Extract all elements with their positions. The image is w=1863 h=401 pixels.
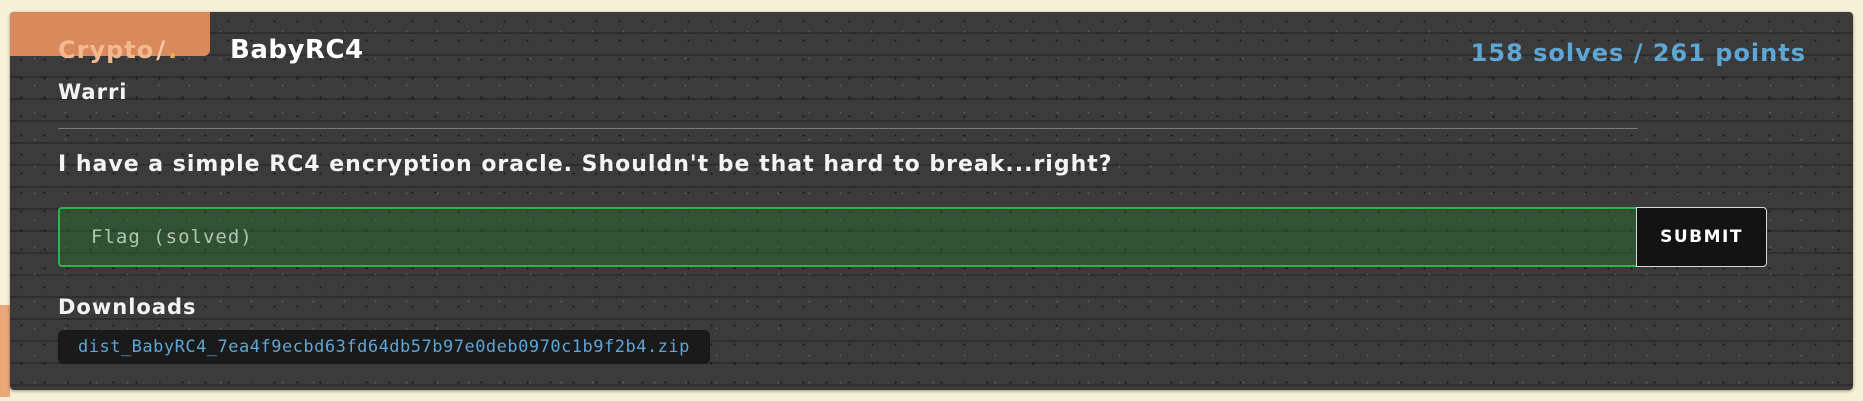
challenge-title: BabyRC4	[230, 35, 364, 65]
category-label: Crypto/.	[58, 36, 178, 64]
flag-form: SUBMIT	[58, 207, 1803, 267]
challenge-card: Crypto/. BabyRC4 158 solves / 261 points…	[10, 12, 1853, 390]
left-edge-accent	[0, 305, 10, 397]
challenge-description: I have a simple RC4 encryption oracle. S…	[58, 152, 1113, 177]
flag-input[interactable]	[58, 207, 1636, 267]
challenge-stats: 158 solves / 261 points	[1470, 39, 1806, 67]
downloads-heading: Downloads	[58, 295, 197, 319]
category-slash: /	[156, 36, 166, 64]
category-dot: .	[168, 36, 179, 64]
category-name: Crypto	[58, 36, 155, 64]
download-file-link[interactable]: dist_BabyRC4_7ea4f9ecbd63fd64db57b97e0de…	[58, 330, 710, 364]
divider	[58, 128, 1638, 129]
challenge-author: Warri	[58, 80, 128, 104]
submit-button[interactable]: SUBMIT	[1636, 207, 1767, 267]
